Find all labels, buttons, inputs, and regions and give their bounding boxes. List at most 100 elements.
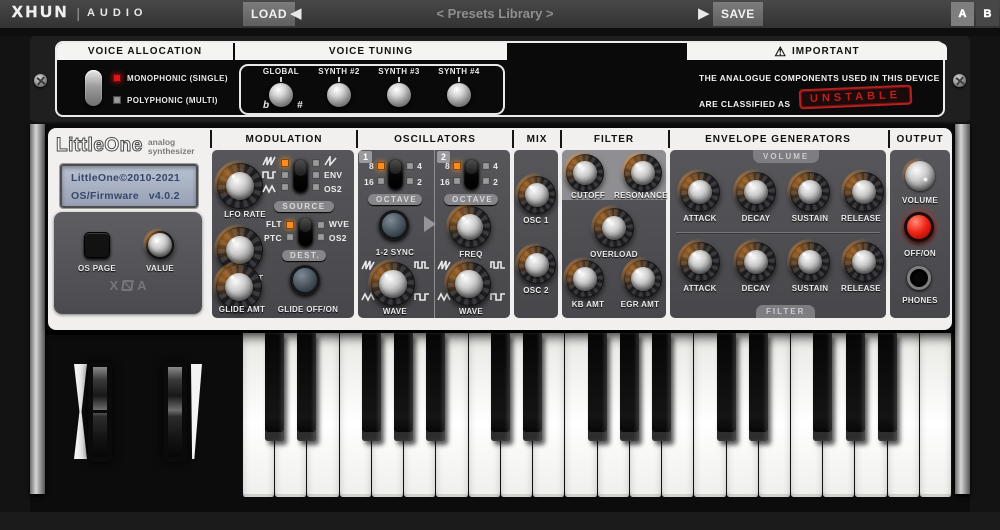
vol-decay-knob[interactable] <box>736 172 776 212</box>
overload-knob[interactable] <box>594 208 634 248</box>
black-key[interactable] <box>878 333 897 441</box>
important-line1: THE ANALOGUE COMPONENTS USED IN THIS DEV… <box>699 73 940 83</box>
phones-label: PHONES <box>890 296 950 305</box>
black-key[interactable] <box>426 333 445 441</box>
lfo-source-selector[interactable]: ENV OS2 <box>262 156 342 194</box>
logo-tagline: analog synthesizer <box>148 138 195 156</box>
synth3-tune-knob[interactable] <box>387 83 411 107</box>
dest-ptc-label: PTC <box>264 233 282 243</box>
phones-jack[interactable] <box>907 266 931 290</box>
black-key[interactable] <box>588 333 607 441</box>
voice-allocation-title: VOICE ALLOCATION <box>57 43 233 60</box>
save-button[interactable]: SAVE <box>713 2 763 26</box>
vol-attack-knob[interactable] <box>680 172 720 212</box>
pitch-wheel-indicator <box>74 364 87 459</box>
next-preset-icon[interactable]: ▶ <box>698 3 710 25</box>
synth2-tune-knob[interactable] <box>327 83 351 107</box>
osc-divider <box>434 150 435 318</box>
osc1-octave-selector[interactable]: 8 16 4 2 <box>364 158 422 189</box>
osc2-freq-knob[interactable] <box>449 206 491 248</box>
black-key[interactable] <box>813 333 832 441</box>
flt-release-label: RELEASE <box>834 284 888 293</box>
knob-tick <box>338 77 340 82</box>
square-wave-icon <box>490 292 506 302</box>
flt-sustain-knob[interactable] <box>790 242 830 282</box>
tuning-knob-synth4[interactable]: SYNTH #4 <box>430 67 488 107</box>
voice-module-box: VOICE ALLOCATION VOICE TUNING ⚠ IMPORTAN… <box>55 41 945 117</box>
black-key[interactable] <box>394 333 413 441</box>
flt-decay-label: DECAY <box>729 284 783 293</box>
source-rocker-switch[interactable] <box>293 158 308 192</box>
black-key[interactable] <box>749 333 768 441</box>
output-volume-knob[interactable] <box>905 161 935 191</box>
slot-b-button[interactable]: B <box>976 2 999 26</box>
mix-osc2-label: OSC 2 <box>514 286 558 295</box>
mix-osc1-knob[interactable] <box>518 176 556 214</box>
synth4-tune-knob[interactable] <box>447 83 471 107</box>
glide-onoff-button[interactable] <box>290 265 320 295</box>
dest-led-wve <box>317 221 325 229</box>
black-key[interactable] <box>523 333 542 441</box>
vol-attack-label: ATTACK <box>673 214 727 223</box>
kb-amt-knob[interactable] <box>566 260 604 298</box>
osc1-wave-knob[interactable] <box>371 262 415 306</box>
black-key[interactable] <box>717 333 736 441</box>
lcd-display: LittleOne©2010-2021 OS/Firmware v4.0.2 <box>60 164 198 208</box>
lfo-rate-knob[interactable] <box>217 163 263 209</box>
white-key-21[interactable] <box>920 333 952 497</box>
flt-release-knob[interactable] <box>844 242 884 282</box>
dest-rocker-switch[interactable] <box>298 216 313 246</box>
mix-osc2-knob[interactable] <box>518 246 556 284</box>
osc2-octave-selector[interactable]: 8 16 4 2 <box>440 158 498 189</box>
vol-sustain-label: SUSTAIN <box>783 214 837 223</box>
glide-amt-knob[interactable] <box>216 264 262 310</box>
keyboard <box>242 333 952 497</box>
vol-release-knob[interactable] <box>844 172 884 212</box>
black-key[interactable] <box>265 333 284 441</box>
voice-allocation-toggle[interactable] <box>85 70 102 106</box>
preset-name-display[interactable]: < Presets Library > <box>390 6 600 21</box>
osc-sync-button[interactable] <box>379 210 409 240</box>
header-divider <box>888 130 890 148</box>
lcd-line1: LittleOne©2010-2021 <box>71 169 196 187</box>
tuning-knob-synth3[interactable]: SYNTH #3 <box>370 67 428 107</box>
filter-env-tab: FILTER <box>756 305 815 318</box>
black-key[interactable] <box>620 333 639 441</box>
mod-wheel[interactable] <box>163 362 187 462</box>
vol-sustain-knob[interactable] <box>790 172 830 212</box>
os-page-button[interactable] <box>84 232 110 258</box>
black-key[interactable] <box>297 333 316 441</box>
voice-module: VOICE ALLOCATION VOICE TUNING ⚠ IMPORTAN… <box>30 36 970 122</box>
black-key[interactable] <box>362 333 381 441</box>
dest-led-flt <box>286 221 294 229</box>
load-button[interactable]: LOAD <box>243 2 295 26</box>
source-led-env <box>312 171 320 179</box>
flt-decay-knob[interactable] <box>736 242 776 282</box>
tuning-knob-synth2[interactable]: SYNTH #2 <box>310 67 368 107</box>
black-key[interactable] <box>846 333 865 441</box>
kb-amt-label: KB AMT <box>562 300 614 309</box>
control-panel: LittleOne analog synthesizer LittleOne©2… <box>48 128 952 330</box>
mod-dest-selector[interactable]: FLT PTC WVE OS2 <box>264 216 349 246</box>
slot-a-button[interactable]: A <box>951 2 974 26</box>
value-knob[interactable] <box>146 231 174 259</box>
resonance-knob[interactable] <box>624 154 662 192</box>
volume-env-tab: VOLUME <box>753 150 819 163</box>
black-key[interactable] <box>491 333 510 441</box>
brand-audio: AUDIO <box>87 7 147 19</box>
egr-amt-knob[interactable] <box>624 260 662 298</box>
osc1-wave-label: WAVE <box>362 307 428 316</box>
pitch-bend-wheel[interactable] <box>88 362 112 462</box>
prev-preset-icon[interactable]: ◀ <box>290 3 302 25</box>
black-key[interactable] <box>652 333 671 441</box>
global-tune-knob[interactable] <box>269 83 293 107</box>
osc2-wave-knob[interactable] <box>447 262 491 306</box>
header-divider <box>512 130 514 148</box>
power-onoff-button[interactable] <box>904 212 934 242</box>
osc2-octave-rocker[interactable] <box>464 158 479 189</box>
header-divider <box>668 130 670 148</box>
mod-wheel-indicator <box>191 364 202 459</box>
osc1-octave-rocker[interactable] <box>388 158 403 189</box>
flt-attack-knob[interactable] <box>680 242 720 282</box>
cutoff-knob[interactable] <box>566 154 604 192</box>
